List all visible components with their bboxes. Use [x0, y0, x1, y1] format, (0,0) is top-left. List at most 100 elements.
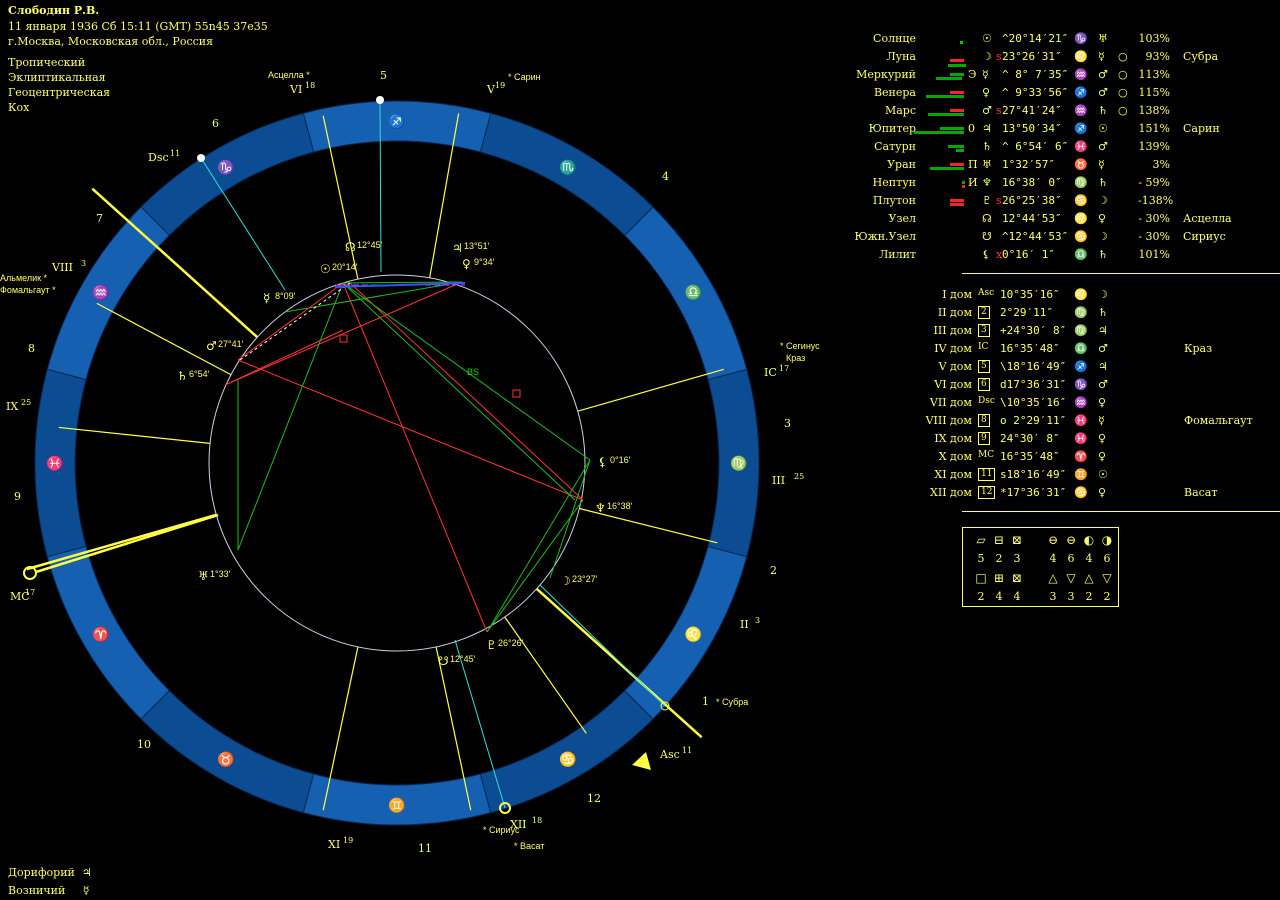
aspect-label: BS — [467, 367, 479, 377]
aspect-line — [549, 459, 591, 579]
planet-row[interactable]: Солнце ☉ ^20°14′21″ ♑ ♅ 103% — [840, 32, 1280, 50]
house-name: II дом — [937, 306, 972, 319]
house-row[interactable]: XII дом 12 *17°36′31″ ♋ ♀ Васат — [900, 486, 1280, 504]
house-row[interactable]: I дом Asc 10°35′16″ ♌ ☽ — [900, 288, 1280, 306]
planet-glyph: ♀ — [982, 86, 991, 99]
house-cusp-glyph: 9 — [978, 432, 990, 445]
planet-strength: -138% — [1138, 194, 1174, 207]
planet-position: 1°32′57″ — [1002, 158, 1055, 171]
planet-name: Солнце — [873, 32, 916, 45]
fixed-star-label: * Субра — [716, 697, 748, 707]
planet-sign: ♍ — [1074, 176, 1088, 189]
house-position: d17°36′31″ — [1000, 378, 1067, 391]
house-number: 7 — [96, 212, 103, 225]
house-row[interactable]: XI дом 11 s18°16′49″ ♊ ☉ — [900, 468, 1280, 486]
planet-glyph-icon: ☊ — [345, 240, 356, 254]
house-cusp-glyph: 6 — [978, 378, 990, 391]
planet-row[interactable]: Лилит ⚸ x 0°16′ 1″ ♎ ♄ 101% — [840, 248, 1280, 266]
house-ruler: ♀ — [1098, 432, 1107, 445]
house-ruler: ♃ — [1098, 360, 1108, 373]
planet-row[interactable]: Юпитер 0 ♃ 13°50′34″ ♐ ☉ 151% Сарин — [840, 122, 1280, 140]
planet-ruler: ☉ — [1098, 122, 1108, 135]
house-name: VIII дом — [925, 414, 972, 427]
strength-bar — [948, 64, 966, 67]
planet-glyph-icon: ♃ — [452, 241, 463, 255]
planet-strength: 101% — [1138, 248, 1170, 261]
planet-degree-label: 13°51′ — [464, 241, 490, 251]
house-cusp-glyph: 8 — [978, 414, 990, 427]
footer-stars: Дорифорий ♃ Возничий ☿ — [8, 864, 92, 900]
planet-row[interactable]: Венера ♀ ^ 9°33′56″ ♐ ♂ ○ 115% — [840, 86, 1280, 104]
house-sign: ♑ — [1074, 378, 1088, 391]
house-ruler: ♂ — [1098, 378, 1108, 391]
strength-bar — [950, 203, 964, 206]
planet-name: Лилит — [879, 248, 916, 261]
element-icon: ⊟ — [994, 533, 1004, 547]
house-row[interactable]: II дом 2 2°29′11″ ♍ ♄ — [900, 306, 1280, 324]
house-row[interactable]: VIII дом 8 o 2°29′11″ ♓ ☿ Фомальгаут — [900, 414, 1280, 432]
house-row[interactable]: III дом 3 +24°30′ 8″ ♍ ♃ — [900, 324, 1280, 342]
position-prefix: s — [996, 194, 1002, 207]
house-number: 6 — [212, 117, 219, 130]
house-row[interactable]: V дом 5 \18°16′49″ ♐ ♃ — [900, 360, 1280, 378]
planet-strength: 115% — [1138, 86, 1170, 99]
planet-degree-label: 23°27′ — [572, 574, 598, 584]
house-row[interactable]: IX дом 9 24°30′ 8″ ♓ ♀ — [900, 432, 1280, 450]
planet-position: ^20°14′21″ — [1002, 32, 1069, 45]
element-count: 6 — [1104, 552, 1111, 565]
strength-bar — [960, 41, 963, 44]
planet-name: Марс — [884, 104, 916, 117]
house-row[interactable]: IV дом IC 16°35′48″ ♎ ♂ Краз — [900, 342, 1280, 360]
separator-line — [962, 273, 1280, 274]
fixed-star-label: Альмелик * — [0, 273, 48, 283]
natal-chart-wheel[interactable]: ♈♉♊♋♌♍♎♏♐♑♒♓ ☉ 20°14′☊ 12°45′ ♃ 13°51′♀ 9°34′… — [0, 0, 840, 900]
zodiac-sign-glyph: ♋ — [559, 751, 576, 768]
planet-row[interactable]: Южн.Узел ☋ ^12°44′53″ ♋ ☽ - 30% Сириус — [840, 230, 1280, 248]
zodiac-sign-glyph: ♌ — [684, 626, 701, 643]
house-row[interactable]: VI дом 6 d17°36′31″ ♑ ♂ — [900, 378, 1280, 396]
element-count: 2 — [978, 590, 985, 603]
element-count: 6 — [1068, 552, 1075, 565]
zodiac-ring: ♈ ♉ ♊ ♋ ♌ ♍ ♎ ♏ ♐ ♑ ♒ ♓ — [34, 100, 760, 826]
planet-row[interactable]: Луна ☽ s 23°26′31″ ♌ ☿ ○ 93% Субра — [840, 50, 1280, 68]
house-row[interactable]: VII дом Dsc \10°35′16″ ♒ ♀ — [900, 396, 1280, 414]
strength-bar — [940, 127, 964, 130]
planet-row[interactable]: Нептун И ♆ 16°38′ 0″ ♍ ♄ - 59% — [840, 176, 1280, 194]
strength-bar — [928, 113, 964, 116]
planet-row[interactable]: Узел ☊ 12°44′53″ ♌ ♀ - 30% Асцелла — [840, 212, 1280, 230]
house-row[interactable]: X дом MC 16°35′48″ ♈ ♀ — [900, 450, 1280, 468]
aspect-line — [349, 282, 584, 501]
house-name: VI дом — [934, 378, 972, 391]
cusp-degree-label: 18 — [532, 816, 542, 825]
house-sign: ♐ — [1074, 360, 1088, 373]
planet-row[interactable]: Плутон ♇ s 26°25′38″ ♋ ☽ -138% — [840, 194, 1280, 212]
planet-row[interactable]: Марс ♂ s 27°41′24″ ♒ ♄ ○ 138% — [840, 104, 1280, 122]
cusp-label: IC — [764, 366, 777, 379]
cusp-degree-label: 19 — [495, 81, 505, 90]
house-number: 12 — [587, 792, 601, 805]
planet-row[interactable]: Меркурий Э ☿ ^ 8° 7′35″ ♒ ♂ ○ 113% — [840, 68, 1280, 86]
planet-glyph-icon: ♂ — [206, 339, 217, 353]
planet-glyph-icon: ☉ — [320, 262, 331, 276]
planet-ruler: ♄ — [1098, 176, 1108, 189]
planet-row[interactable]: Сатурн ♄ ^ 6°54′ 6″ ♓ ♂ 139% — [840, 140, 1280, 158]
strength-bar — [950, 199, 964, 202]
house-number: 5 — [380, 69, 387, 82]
house-ruler: ♀ — [1098, 450, 1107, 463]
planet-ruler: ☿ — [1098, 50, 1105, 63]
star-marker — [197, 154, 205, 162]
planet-degree-label: 27°41′ — [218, 339, 244, 349]
aspect-line — [486, 459, 591, 633]
house-position: 16°35′48″ — [1000, 342, 1060, 355]
planet-ruler: ♄ — [1098, 248, 1108, 261]
planet-row[interactable]: Уран П ♅ 1°32′57″ ♉ ☿ 3% — [840, 158, 1280, 176]
element-count: 3 — [1068, 590, 1075, 603]
element-icon: ▱ — [976, 533, 986, 547]
aspect-square-marker — [512, 389, 521, 398]
cusp-degree-label: 25 — [21, 398, 31, 407]
cusp-label: Dsc — [148, 151, 169, 164]
house-position: 2°29′11″ — [1000, 306, 1053, 319]
house-ruler: ♀ — [1098, 486, 1107, 499]
planet-glyph-icon: ♇ — [486, 638, 497, 652]
house-ruler: ♀ — [1098, 396, 1107, 409]
